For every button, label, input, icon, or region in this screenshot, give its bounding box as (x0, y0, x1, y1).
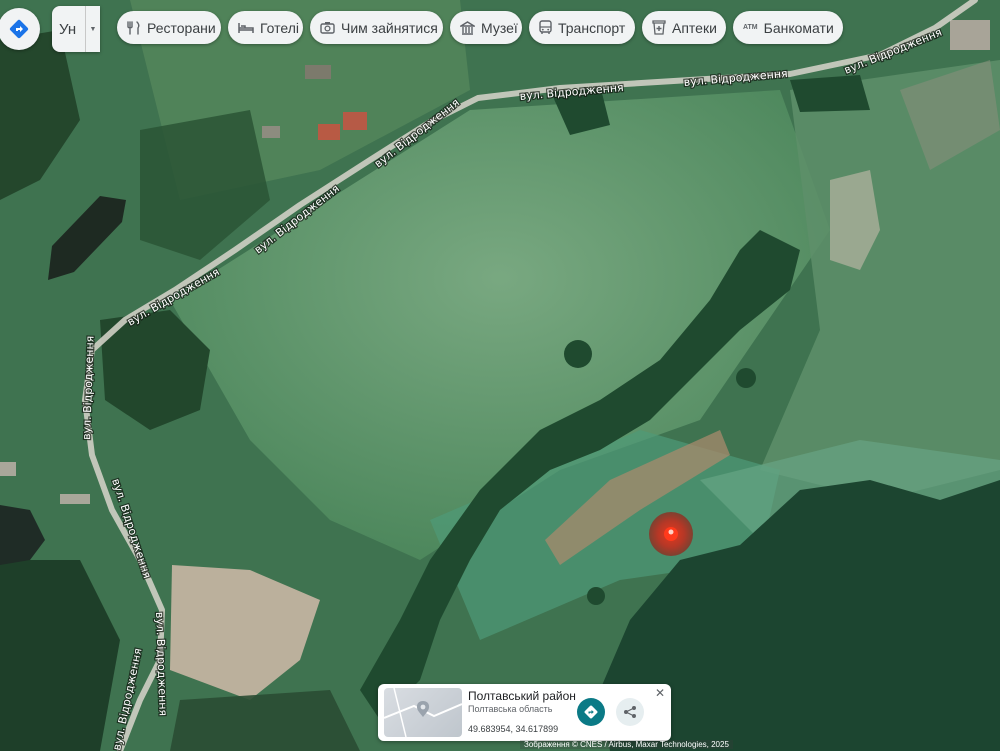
map-preview-icon (384, 688, 462, 737)
chip-museums[interactable]: Музеї (450, 11, 522, 44)
chip-things-to-do[interactable]: Чим зайнятися (310, 11, 443, 44)
utensils-icon (127, 20, 141, 36)
close-icon[interactable]: ✕ (653, 686, 667, 700)
place-title: Полтавський район (468, 689, 576, 703)
location-pin-icon[interactable] (649, 512, 693, 556)
chip-label: Банкомати (763, 19, 834, 36)
tree-small (587, 587, 605, 605)
user-initials: Ун (59, 20, 77, 38)
building-roof (305, 65, 331, 79)
chip-label: Готелі (260, 19, 299, 36)
bed-icon (238, 20, 254, 36)
user-menu[interactable]: Ун ▼ (52, 6, 100, 52)
tree-small (736, 368, 756, 388)
building-roof (950, 20, 990, 50)
chip-label: Аптеки (672, 19, 717, 36)
place-card[interactable]: Полтавський район Полтавська область 49.… (378, 684, 671, 741)
directions-diamond-icon (584, 705, 598, 719)
share-button[interactable] (616, 698, 644, 726)
tree-cluster-top-right (790, 75, 870, 112)
building-roof (262, 126, 280, 138)
place-subtitle: Полтавська область (468, 704, 553, 714)
chip-label: Ресторани (147, 19, 216, 36)
place-directions-button[interactable] (577, 698, 605, 726)
pharmacy-icon (652, 20, 666, 36)
museum-icon (460, 20, 475, 36)
camera-icon (320, 20, 335, 36)
caret-down-icon[interactable]: ▼ (85, 6, 100, 52)
chip-atms[interactable]: ATM Банкомати (733, 11, 843, 44)
building-roof (0, 462, 16, 476)
chip-label: Музеї (481, 19, 518, 36)
building-roof (343, 112, 367, 130)
place-thumbnail[interactable] (384, 688, 462, 737)
building-roof (318, 124, 340, 140)
tree-small (564, 340, 592, 368)
share-icon (624, 706, 636, 718)
satellite-map[interactable]: вул. Відродження вул. Відродження вул. В… (0, 0, 1000, 751)
chip-transport[interactable]: Транспорт (529, 11, 635, 44)
chip-pharmacies[interactable]: Аптеки (642, 11, 726, 44)
forest-bottom-center (170, 690, 360, 751)
place-coordinates: 49.683954, 34.617899 (468, 724, 559, 734)
chip-label: Транспорт (558, 19, 626, 36)
chip-restaurants[interactable]: Ресторани (117, 11, 221, 44)
imagery-attribution: Зображення © CNES / Airbus, Maxar Techno… (520, 740, 733, 749)
atm-icon: ATM (743, 24, 758, 31)
directions-button[interactable] (0, 8, 40, 50)
directions-diamond-icon (9, 19, 29, 39)
chip-hotels[interactable]: Готелі (228, 11, 303, 44)
chip-label: Чим зайнятися (341, 19, 438, 36)
building-roof (60, 494, 90, 504)
bus-icon (539, 20, 552, 36)
